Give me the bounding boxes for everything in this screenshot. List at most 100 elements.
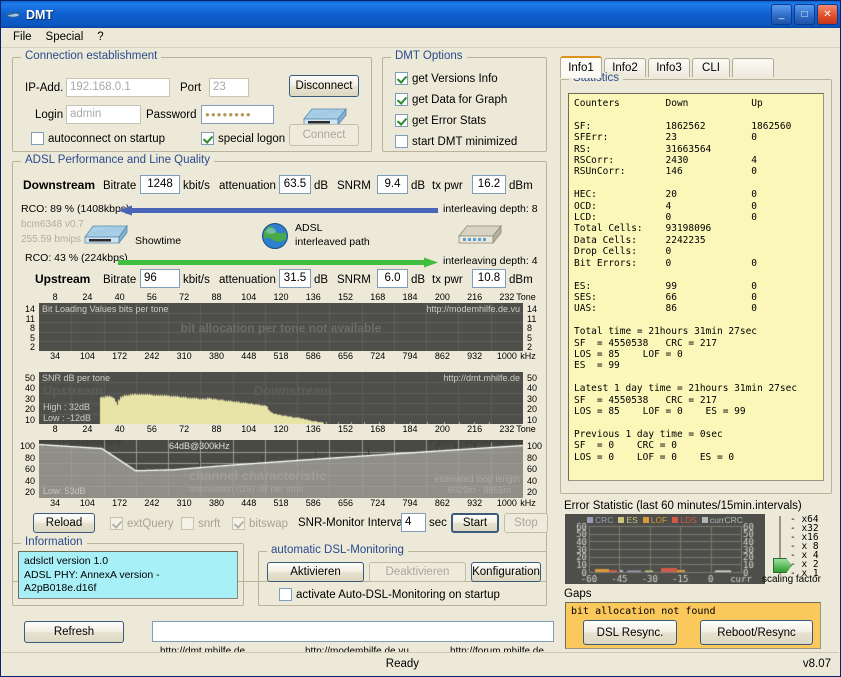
axis-tick: 40 xyxy=(104,292,136,302)
menu-file[interactable]: File xyxy=(7,30,40,45)
konfiguration-button[interactable]: Konfiguration xyxy=(471,562,541,582)
axis-tick: 56 xyxy=(136,292,168,302)
axis-tick: 56 xyxy=(136,424,168,434)
start-minimized-checkbox[interactable]: start DMT minimized xyxy=(395,135,517,148)
tab-info3[interactable]: Info3 xyxy=(648,58,690,77)
login-label: Login xyxy=(35,109,63,121)
error-legend-swatch xyxy=(587,517,593,523)
get-versions-info-box xyxy=(395,72,408,85)
axis-tick: 40 xyxy=(527,383,543,393)
reboot-resync-button[interactable]: Reboot/Resync xyxy=(700,620,813,645)
error-statistic-chart[interactable]: CRC ES LOF LDS currCRC xyxy=(565,514,765,584)
axis-tick: 932 xyxy=(459,498,491,508)
scaling-factor-control[interactable]: - x64- x32- x16- x 8- x 4- x 2- x 1 scal… xyxy=(770,514,830,584)
axis-tick: 794 xyxy=(394,498,426,508)
upstream-txpwr-unit: dBm xyxy=(509,274,533,286)
snr-interval-input[interactable]: 4 xyxy=(401,513,426,532)
error-statistic-plot[interactable]: CRC ES LOF LDS currCRC xyxy=(565,514,765,584)
bit-loading-plot[interactable]: Bit Loading Values bits per tone http://… xyxy=(39,303,523,351)
start-button[interactable]: Start xyxy=(451,513,499,533)
bitswap-checkbox[interactable]: bitswap xyxy=(232,517,288,530)
reload-button[interactable]: Reload xyxy=(33,513,95,533)
snr-ylabels-right: 50 40 30 20 10 xyxy=(525,372,543,424)
snr-watermark-upstream: Upstream xyxy=(43,383,103,398)
axis-tick: 104 xyxy=(71,498,103,508)
error-legend-item: ES xyxy=(618,515,637,525)
disconnect-button[interactable]: Disconnect xyxy=(289,75,359,97)
axis-tick: 20 xyxy=(19,487,35,497)
aktivieren-button[interactable]: Aktivieren xyxy=(267,562,364,582)
channel-plot[interactable]: 64dB@300kHz channel characteristic atten… xyxy=(39,440,523,498)
channel-ylabels-left: 100 80 60 40 20 xyxy=(19,440,37,498)
port-input[interactable]: 23 xyxy=(209,78,249,97)
axis-tick: 30 xyxy=(19,394,35,404)
axis-tick: 310 xyxy=(168,498,200,508)
statistics-textarea[interactable]: Counters Down Up SF: 1862562 1862560 SFE… xyxy=(568,93,824,481)
snr-low-annotation: Low : -12dB xyxy=(43,413,91,423)
stop-button[interactable]: Stop xyxy=(504,513,548,533)
get-data-for-graph-checkbox[interactable]: get Data for Graph xyxy=(395,93,507,106)
connect-button[interactable]: Connect xyxy=(289,124,359,146)
statistics-group: Statistics Counters Down Up SF: 1862562 … xyxy=(560,79,832,494)
upstream-bitrate-input[interactable]: 96 xyxy=(140,269,180,288)
snrft-checkbox[interactable]: snrft xyxy=(181,517,220,530)
adsl-performance-group: ADSL Performance and Line Quality Downst… xyxy=(12,161,547,582)
status-version: v8.07 xyxy=(803,658,839,670)
bit-loading-chart: 8 24 40 56 72 88 104 120 136 152 168 184 200 216 232 T… xyxy=(19,292,541,362)
special-logon-checkbox[interactable]: special logon xyxy=(201,132,285,145)
ip-input[interactable]: 192.168.0.1 xyxy=(66,78,170,97)
information-line-3: System Type: 96348GW-10 xyxy=(24,596,232,600)
auto-monitoring-group: automatic DSL-Monitoring Aktivieren Deak… xyxy=(258,551,547,606)
error-legend-swatch xyxy=(702,517,708,523)
client-area: Connection establishment IP-Add. 192.168… xyxy=(2,48,839,642)
url-input[interactable] xyxy=(152,621,554,642)
get-versions-info-checkbox[interactable]: get Versions Info xyxy=(395,72,498,85)
downstream-txpwr-input[interactable]: 16.2 xyxy=(472,175,506,194)
information-line-2: ADSL PHY: AnnexA version - A2pB018e.d16f xyxy=(24,569,232,596)
scaling-slider[interactable] xyxy=(773,516,787,574)
axis-tick: 8 xyxy=(19,323,35,333)
extquery-checkbox-box xyxy=(110,517,123,530)
axis-tick: 242 xyxy=(136,351,168,361)
menu-special[interactable]: Special xyxy=(40,30,92,45)
downstream-bitrate-input[interactable]: 1248 xyxy=(140,175,180,194)
dsl-resync-button[interactable]: DSL Resync. xyxy=(583,620,677,645)
statistics-text: Counters Down Up SF: 1862562 1862560 SFE… xyxy=(574,98,818,463)
axis-tick: 518 xyxy=(265,351,297,361)
get-data-for-graph-label: get Data for Graph xyxy=(412,94,507,106)
error-statistic-label: Error Statistic (last 60 minutes/15min.i… xyxy=(564,500,802,512)
upstream-txpwr-input[interactable]: 10.8 xyxy=(472,269,506,288)
dmt-options-legend: DMT Options xyxy=(391,50,467,62)
extquery-checkbox[interactable]: extQuery xyxy=(110,517,174,530)
refresh-button[interactable]: Refresh xyxy=(24,621,124,643)
upstream-snrm-input[interactable]: 6.0 xyxy=(377,269,408,288)
auto-monitoring-startup-checkbox[interactable]: activate Auto-DSL-Monitoring on startup xyxy=(279,588,500,601)
downstream-snrm-input[interactable]: 9.4 xyxy=(377,175,408,194)
snrft-checkbox-box xyxy=(181,517,194,530)
downstream-attenuation-input[interactable]: 63.5 xyxy=(279,175,311,194)
channel-bottom-axis-label: kHz xyxy=(513,498,543,508)
upstream-attenuation-input[interactable]: 31.5 xyxy=(279,269,311,288)
axis-tick: 120 xyxy=(265,292,297,302)
axis-tick: 168 xyxy=(362,424,394,434)
minimize-button[interactable]: _ xyxy=(771,4,792,25)
menu-help[interactable]: ? xyxy=(91,30,111,45)
tab-extra[interactable] xyxy=(732,58,774,77)
tab-cli[interactable]: CLI xyxy=(692,58,730,77)
close-button[interactable]: ✕ xyxy=(817,4,838,25)
snr-plot[interactable]: SNR dB per tone http://dmt.mhilfe.de Ups… xyxy=(39,372,523,424)
information-box[interactable]: adslctl version 1.0 ADSL PHY: AnnexA ver… xyxy=(18,551,238,599)
tab-info1[interactable]: Info1 xyxy=(560,56,602,78)
axis-tick: 50 xyxy=(527,373,543,383)
error-legend-swatch xyxy=(643,517,649,523)
get-error-stats-checkbox[interactable]: get Error Stats xyxy=(395,114,486,127)
password-input[interactable]: ●●●●●●●● xyxy=(201,105,274,124)
deaktivieren-button[interactable]: Deaktivieren xyxy=(369,562,466,582)
login-input[interactable]: admin xyxy=(66,105,141,124)
axis-tick: 5 xyxy=(527,333,543,343)
information-line-1: adslctl version 1.0 xyxy=(24,555,232,569)
channel-low-annotation: Low: 53dB xyxy=(43,486,86,496)
channel-ylabels-right: 100 80 60 40 20 xyxy=(525,440,543,498)
maximize-button[interactable]: □ xyxy=(794,4,815,25)
autoconnect-checkbox[interactable]: autoconnect on startup xyxy=(31,132,165,145)
